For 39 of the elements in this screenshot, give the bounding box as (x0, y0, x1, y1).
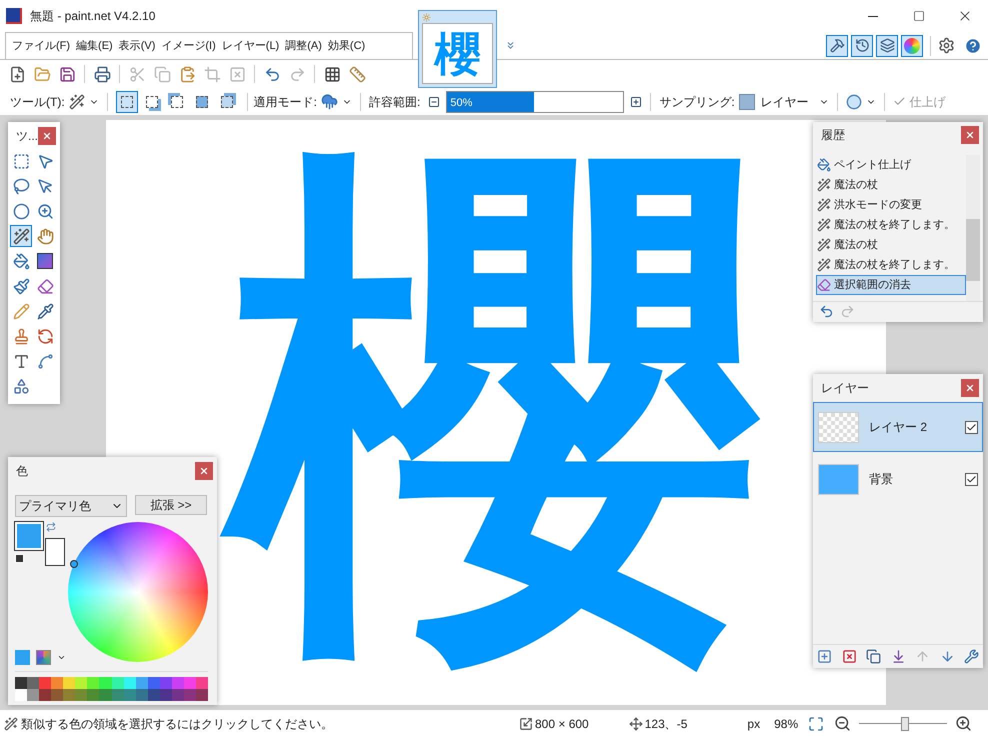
canvas-glyph: 櫻 (207, 120, 785, 703)
color-mode-dropdown[interactable]: プライマリ色 (15, 495, 127, 517)
tolerance-label: 許容範囲: (369, 94, 420, 110)
panel-title: 色 (16, 463, 28, 480)
history-item[interactable]: 魔法の杖を終了します。 (816, 254, 966, 275)
window-title: 無題 - paint.net V4.2.10 (30, 8, 156, 25)
tolerance-slider[interactable]: 50% (446, 90, 624, 112)
menu-item[interactable]: レイヤー(L) (218, 38, 282, 54)
layer-item[interactable]: レイヤー 2 (813, 402, 983, 452)
menu-item[interactable]: 効果(C) (324, 38, 368, 54)
layer-item[interactable]: 背景 (813, 454, 983, 504)
image-size: 800 × 600 (535, 716, 589, 732)
sampling-dropdown[interactable]: レイヤー (760, 92, 829, 110)
flood-mode-label: 適用モード: (254, 94, 317, 110)
history-item[interactable]: 魔法の杖 (816, 234, 966, 255)
panel-title: 履歴 (821, 127, 845, 144)
zoom-value: 98% (774, 716, 798, 732)
unit-dropdown[interactable]: px (747, 714, 760, 732)
more-button[interactable]: 拡張 >> (135, 495, 207, 515)
history-item[interactable]: 洪水モードの変更 (816, 194, 966, 215)
history-item[interactable]: 魔法の杖を終了します。 (816, 214, 966, 235)
history-item[interactable]: 選択範囲の消去 (816, 274, 966, 295)
panel-title: レイヤー (821, 380, 869, 397)
tolerance-value: 50% (450, 96, 472, 110)
history-item[interactable]: ペイント仕上げ (816, 154, 966, 175)
menu-item[interactable]: ファイル(F) (9, 38, 74, 54)
sampling-label: サンプリング: (659, 94, 735, 110)
menu-item[interactable]: 表示(V) (116, 38, 158, 54)
status-hint: 類似する色の領域を選択するにはクリックしてください。 (21, 716, 333, 732)
menu-item[interactable]: イメージ(I) (158, 38, 219, 54)
menu-item[interactable]: 編集(E) (73, 38, 116, 54)
layer-name: 背景 (869, 471, 893, 488)
image-thumbnail: 櫻 (422, 23, 493, 84)
tool-label: ツール(T): (10, 94, 65, 110)
menu-item[interactable]: 調整(A) (282, 38, 325, 54)
layer-name: レイヤー 2 (869, 419, 928, 436)
cursor-position: 123、-5 (644, 716, 688, 732)
history-item[interactable]: 魔法の杖 (816, 174, 966, 195)
panel-title: ツ... (16, 128, 38, 145)
